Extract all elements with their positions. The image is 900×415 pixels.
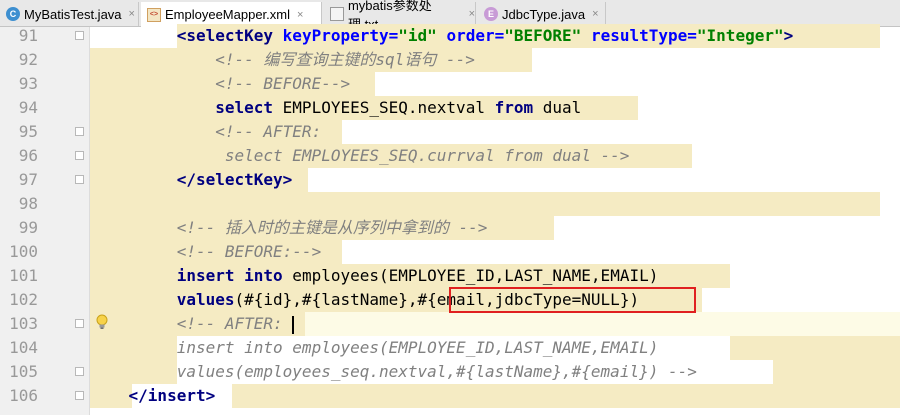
fold-marker-icon[interactable] (75, 151, 84, 160)
line-number: 92 (18, 50, 38, 69)
code-line[interactable]: 106 </insert> (0, 384, 900, 408)
code-line[interactable]: 94 select EMPLOYEES_SEQ.nextval from dua… (0, 96, 900, 120)
code-text: insert into employees(EMPLOYEE_ID,LAST_N… (176, 338, 659, 357)
fold-marker-icon[interactable] (75, 367, 84, 376)
code-text: <!-- 插入时的主键是从序列中拿到的 --> (176, 218, 488, 237)
code-line[interactable]: 104 insert into employees(EMPLOYEE_ID,LA… (0, 336, 900, 360)
code-line[interactable]: 98 (0, 192, 900, 216)
tab-jdbctype[interactable]: E JdbcType.java × (478, 2, 606, 26)
code-line[interactable]: 99 <!-- 插入时的主键是从序列中拿到的 --> (0, 216, 900, 240)
code-line[interactable]: 97 </selectKey> (0, 168, 900, 192)
text-file-icon (330, 7, 344, 21)
line-number: 104 (9, 338, 38, 357)
code-text: <!-- 编写查询主键的sql语句 --> (215, 50, 475, 69)
close-icon[interactable]: × (592, 8, 598, 20)
code-line[interactable]: 92 <!-- 编写查询主键的sql语句 --> (0, 48, 900, 72)
code-line[interactable]: 93 <!-- BEFORE--> (0, 72, 900, 96)
close-icon[interactable]: × (469, 8, 475, 20)
code-text: </insert> (128, 386, 216, 405)
line-number: 105 (9, 362, 38, 381)
code-text: </selectKey> (176, 170, 293, 189)
close-icon[interactable]: × (297, 9, 303, 21)
line-number: 98 (18, 194, 38, 213)
java-enum-icon: E (484, 7, 498, 21)
tab-label: JdbcType.java (502, 6, 586, 22)
code-line[interactable]: 101 insert into employees(EMPLOYEE_ID,LA… (0, 264, 900, 288)
code-text: insert into employees(EMPLOYEE_ID,LAST_N… (176, 266, 659, 285)
fold-marker-icon[interactable] (75, 391, 84, 400)
lightbulb-icon[interactable] (96, 314, 108, 330)
xml-file-icon: <> (147, 7, 161, 22)
code-text: <selectKey keyProperty="id" order="BEFOR… (176, 26, 794, 45)
code-text: <!-- AFTER: (176, 314, 295, 334)
line-number: 102 (9, 290, 38, 309)
code-line[interactable]: 91 <selectKey keyProperty="id" order="BE… (0, 24, 900, 48)
code-line[interactable]: 105 values(employees_seq.nextval,#{lastN… (0, 360, 900, 384)
line-number: 96 (18, 146, 38, 165)
close-icon[interactable]: × (129, 8, 135, 20)
code-text: <!-- BEFORE--> (215, 74, 351, 93)
text-cursor (292, 315, 295, 334)
code-text: <!-- AFTER: (215, 122, 322, 141)
line-number: 101 (9, 266, 38, 285)
line-number: 99 (18, 218, 38, 237)
line-number: 100 (9, 242, 38, 261)
fold-marker-icon[interactable] (75, 319, 84, 328)
code-highlight (90, 192, 880, 216)
line-number: 91 (18, 26, 38, 45)
code-text: values(employees_seq.nextval,#{lastName}… (176, 362, 697, 381)
tab-mybatistest[interactable]: C MyBatisTest.java × (0, 2, 139, 26)
tab-label: MyBatisTest.java (24, 6, 122, 22)
fold-marker-icon[interactable] (75, 175, 84, 184)
line-number: 95 (18, 122, 38, 141)
fold-marker-icon[interactable] (75, 127, 84, 136)
line-number: 97 (18, 170, 38, 189)
tab-mybatis-notes[interactable]: mybatis参数处理.txt × (324, 0, 476, 32)
code-line[interactable]: 100 <!-- BEFORE:--> (0, 240, 900, 264)
java-class-icon: C (6, 7, 20, 21)
code-line[interactable]: 96 select EMPLOYEES_SEQ.currval from dua… (0, 144, 900, 168)
fold-marker-icon[interactable] (75, 31, 84, 40)
tab-label: EmployeeMapper.xml (165, 7, 290, 22)
code-text: <!-- BEFORE:--> (176, 242, 322, 261)
code-line-current[interactable]: 103 <!-- AFTER: (0, 312, 900, 336)
code-line[interactable]: 95 <!-- AFTER: (0, 120, 900, 144)
code-text: select EMPLOYEES_SEQ.currval from dual -… (224, 146, 630, 165)
line-number: 103 (9, 314, 38, 333)
line-number: 94 (18, 98, 38, 117)
line-number: 93 (18, 74, 38, 93)
annotation-highlight-box (449, 287, 696, 313)
code-text: select EMPLOYEES_SEQ.nextval from dual (215, 98, 582, 117)
editor-tab-bar: C MyBatisTest.java × <> EmployeeMapper.x… (0, 0, 900, 32)
line-number: 106 (9, 386, 38, 405)
